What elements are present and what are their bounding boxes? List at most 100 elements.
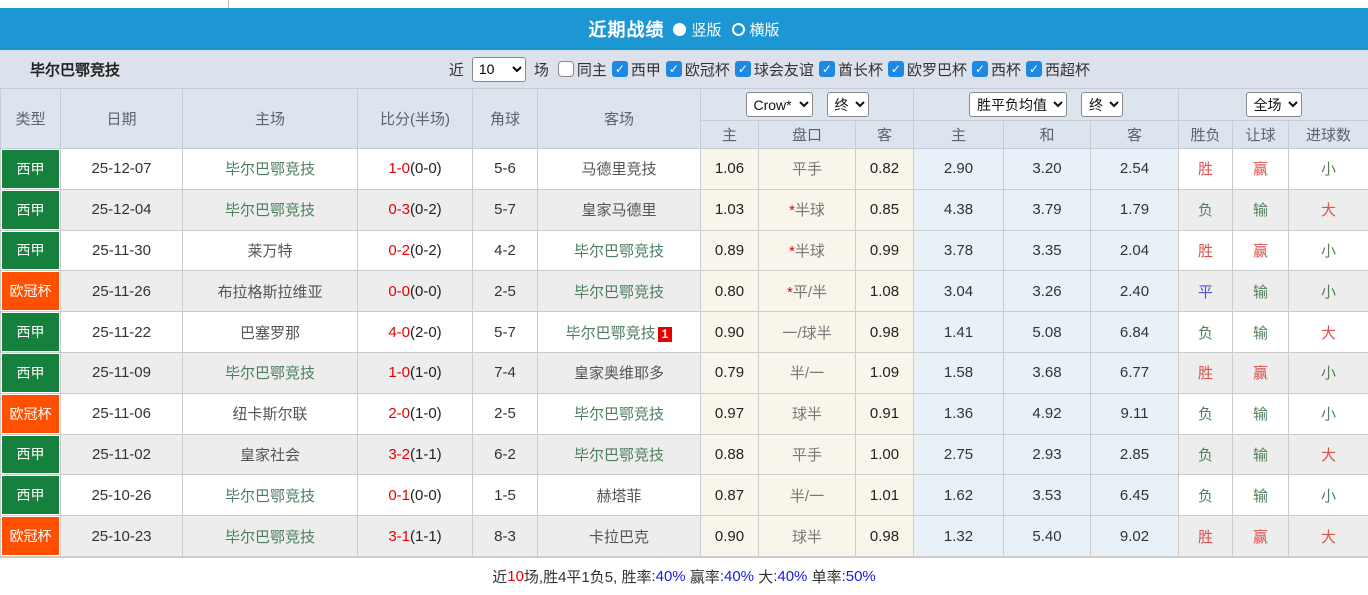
avg-away-cell: 1.79 xyxy=(1091,189,1179,230)
handicap-result-cell: 赢 xyxy=(1233,352,1289,393)
competition-badge: 欧冠杯 xyxy=(2,395,59,433)
match-date-cell: 25-11-22 xyxy=(61,312,183,353)
away-team-name: 毕尔巴鄂竞技 xyxy=(566,325,656,342)
summary-segment: 场,胜4平1负5, 胜率 xyxy=(524,566,652,587)
odds-line-cell: *平/半 xyxy=(759,271,856,312)
odds-group-header: Crow* 终 xyxy=(701,89,914,121)
handicap-result-cell: 输 xyxy=(1233,434,1289,475)
col-header-outcome: 胜负 xyxy=(1179,121,1233,149)
avg-type-select[interactable]: 胜平负均值 xyxy=(969,92,1067,117)
col-header-handicap: 让球 xyxy=(1233,121,1289,149)
match-date-cell: 25-11-30 xyxy=(61,230,183,271)
odds-time-select[interactable]: 终 xyxy=(827,92,869,117)
competition-badge: 欧冠杯 xyxy=(2,272,59,310)
handicap-result-cell: 输 xyxy=(1233,189,1289,230)
filter-checkbox-checked[interactable]: ✓欧冠杯 xyxy=(666,59,730,80)
fulltime-score: 3-1 xyxy=(388,528,410,545)
col-header-type: 类型 xyxy=(1,89,61,149)
match-type-cell: 西甲 xyxy=(1,189,61,230)
odds-home-cell: 0.90 xyxy=(701,312,759,353)
competition-checkboxes: 同主✓西甲✓欧冠杯✓球会友谊✓酋长杯✓欧罗巴杯✓西杯✓西超杯 xyxy=(553,59,1090,80)
top-strip xyxy=(0,0,1368,8)
handicap-line-text: 平手 xyxy=(792,447,822,464)
period-select[interactable]: 全场 xyxy=(1246,92,1302,117)
odds-away-cell: 1.00 xyxy=(856,434,914,475)
summary-segment: 大 xyxy=(754,566,773,587)
away-team-name: 卡拉巴克 xyxy=(589,529,649,546)
away-team-cell: 毕尔巴鄂竞技 xyxy=(538,230,701,271)
match-type-cell: 西甲 xyxy=(1,475,61,516)
filter-controls: 近 10 场 同主✓西甲✓欧冠杯✓球会友谊✓酋长杯✓欧罗巴杯✓西杯✓西超杯 xyxy=(449,57,1090,82)
outcome-cell: 胜 xyxy=(1179,516,1233,557)
avg-away-cell: 6.45 xyxy=(1091,475,1179,516)
avg-home-cell: 3.04 xyxy=(914,271,1004,312)
avg-draw-cell: 5.08 xyxy=(1004,312,1091,353)
avg-draw-cell: 5.40 xyxy=(1004,516,1091,557)
filter-checkbox-checked[interactable]: ✓酋长杯 xyxy=(819,59,883,80)
recent-results-panel: 近期战绩 竖版 横版 毕尔巴鄂竞技 近 10 场 同主✓西甲✓欧冠杯✓球会友谊✓酋… xyxy=(0,0,1368,595)
recent-count-select[interactable]: 10 xyxy=(472,57,526,82)
away-team-name: 毕尔巴鄂竞技 xyxy=(574,447,664,464)
goals-result-cell: 小 xyxy=(1289,475,1368,516)
home-team-cell: 毕尔巴鄂竞技 xyxy=(183,149,358,190)
halftime-score: (1-0) xyxy=(410,364,442,381)
col-header-date: 日期 xyxy=(61,89,183,149)
filter-checkbox-checked[interactable]: ✓西甲 xyxy=(612,59,661,80)
home-team-cell: 毕尔巴鄂竞技 xyxy=(183,189,358,230)
away-team-cell: 马德里竞技 xyxy=(538,149,701,190)
match-row: 西甲25-11-09毕尔巴鄂竞技1-0(1-0)7-4皇家奥维耶多0.79半/一… xyxy=(1,352,1368,393)
filter-checkbox-checked[interactable]: ✓西杯 xyxy=(972,59,1021,80)
halftime-score: (2-0) xyxy=(410,324,442,341)
view-mode-label: 横版 xyxy=(750,19,780,40)
match-date-cell: 25-10-26 xyxy=(61,475,183,516)
view-mode-selected[interactable]: 竖版 xyxy=(673,19,721,40)
filter-checkbox-label: 西超杯 xyxy=(1045,59,1090,80)
filter-checkbox-label: 欧冠杯 xyxy=(685,59,730,80)
page-title: 近期战绩 xyxy=(588,16,664,42)
avg-home-cell: 2.90 xyxy=(914,149,1004,190)
halftime-score: (1-0) xyxy=(410,405,442,422)
corners-cell: 5-7 xyxy=(473,312,538,353)
match-row: 西甲25-10-26毕尔巴鄂竞技0-1(0-0)1-5赫塔菲0.87半/一1.0… xyxy=(1,475,1368,516)
match-date-cell: 25-11-06 xyxy=(61,393,183,434)
radio-icon xyxy=(673,23,686,36)
home-team-cell: 皇家社会 xyxy=(183,434,358,475)
goals-result-cell: 大 xyxy=(1289,516,1368,557)
col-header-corners: 角球 xyxy=(473,89,538,149)
avg-home-cell: 4.38 xyxy=(914,189,1004,230)
filter-checkbox-checked[interactable]: ✓球会友谊 xyxy=(735,59,814,80)
home-team-name: 毕尔巴鄂竞技 xyxy=(225,161,315,178)
home-team-name: 莱万特 xyxy=(247,243,292,260)
competition-badge: 西甲 xyxy=(2,150,59,188)
away-team-cell: 赫塔菲 xyxy=(538,475,701,516)
filter-checkbox-checked[interactable]: ✓西超杯 xyxy=(1026,59,1090,80)
handicap-line-text: 半/一 xyxy=(790,365,824,382)
outcome-cell: 负 xyxy=(1179,189,1233,230)
match-row: 欧冠杯25-11-26布拉格斯拉维亚0-0(0-0)2-5毕尔巴鄂竞技0.80*… xyxy=(1,271,1368,312)
col-header-avg-home: 主 xyxy=(914,121,1004,149)
corners-cell: 6-2 xyxy=(473,434,538,475)
home-team-cell: 布拉格斯拉维亚 xyxy=(183,271,358,312)
avg-time-select[interactable]: 终 xyxy=(1081,92,1123,117)
corners-cell: 5-7 xyxy=(473,189,538,230)
view-mode-label: 竖版 xyxy=(691,19,721,40)
summary-segment: :50% xyxy=(842,568,876,585)
odds-provider-select[interactable]: Crow* xyxy=(746,92,813,117)
odds-home-cell: 0.90 xyxy=(701,516,759,557)
avg-away-cell: 2.54 xyxy=(1091,149,1179,190)
competition-badge: 西甲 xyxy=(2,232,59,270)
halftime-score: (0-0) xyxy=(410,283,442,300)
outcome-cell: 负 xyxy=(1179,434,1233,475)
handicap-result-cell: 输 xyxy=(1233,393,1289,434)
home-team-name: 布拉格斯拉维亚 xyxy=(217,284,322,301)
home-team-cell: 莱万特 xyxy=(183,230,358,271)
filter-checkbox-checked[interactable]: ✓欧罗巴杯 xyxy=(888,59,967,80)
view-mode-option[interactable]: 横版 xyxy=(732,19,780,40)
summary-segment: 10 xyxy=(507,568,524,585)
away-team-name: 毕尔巴鄂竞技 xyxy=(574,243,664,260)
fulltime-score: 1-0 xyxy=(388,364,410,381)
filter-checkbox-unchecked[interactable]: 同主 xyxy=(558,59,607,80)
avg-away-cell: 2.04 xyxy=(1091,230,1179,271)
outcome-cell: 负 xyxy=(1179,475,1233,516)
summary-segment: 近 xyxy=(492,566,507,587)
